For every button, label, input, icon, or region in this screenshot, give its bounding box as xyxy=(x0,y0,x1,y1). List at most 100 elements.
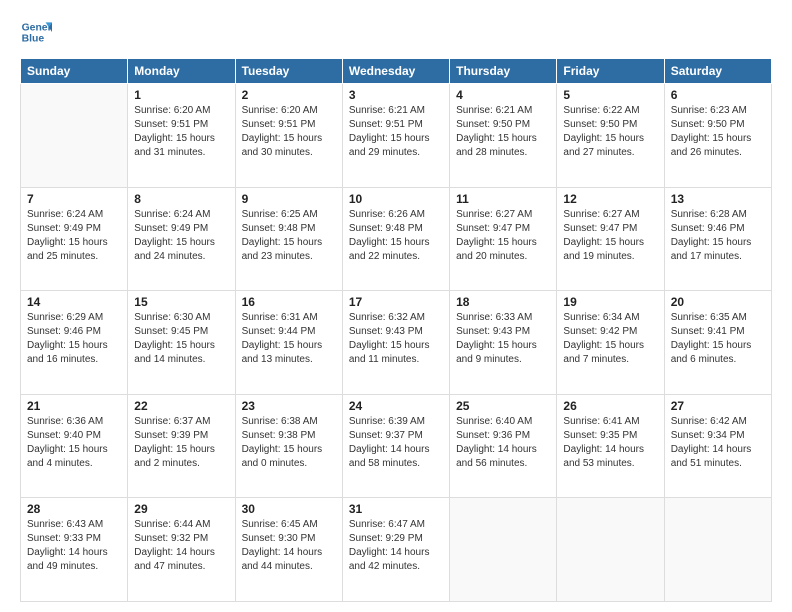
day-number: 5 xyxy=(563,88,657,102)
day-cell: 13Sunrise: 6:28 AMSunset: 9:46 PMDayligh… xyxy=(664,187,771,291)
day-cell xyxy=(450,498,557,602)
logo: General Blue xyxy=(20,16,52,48)
day-number: 20 xyxy=(671,295,765,309)
day-info: Sunrise: 6:43 AMSunset: 9:33 PMDaylight:… xyxy=(27,518,121,574)
col-header-wednesday: Wednesday xyxy=(342,59,449,84)
day-number: 1 xyxy=(134,88,228,102)
day-info: Sunrise: 6:37 AMSunset: 9:39 PMDaylight:… xyxy=(134,415,228,471)
day-number: 24 xyxy=(349,399,443,413)
day-info: Sunrise: 6:27 AMSunset: 9:47 PMDaylight:… xyxy=(456,208,550,264)
col-header-tuesday: Tuesday xyxy=(235,59,342,84)
day-info: Sunrise: 6:26 AMSunset: 9:48 PMDaylight:… xyxy=(349,208,443,264)
day-info: Sunrise: 6:35 AMSunset: 9:41 PMDaylight:… xyxy=(671,311,765,367)
day-number: 11 xyxy=(456,192,550,206)
day-number: 27 xyxy=(671,399,765,413)
day-info: Sunrise: 6:42 AMSunset: 9:34 PMDaylight:… xyxy=(671,415,765,471)
day-cell: 23 Sunrise: 6:38 AMSunset: 9:38 PMDayligh… xyxy=(235,394,342,498)
day-info: Sunrise: 6:32 AMSunset: 9:43 PMDaylight:… xyxy=(349,311,443,367)
col-header-monday: Monday xyxy=(128,59,235,84)
day-cell: 17 Sunrise: 6:32 AMSunset: 9:43 PMDayligh… xyxy=(342,291,449,395)
week-row-5: 28 Sunrise: 6:43 AMSunset: 9:33 PMDayligh… xyxy=(21,498,772,602)
day-number: 13 xyxy=(671,192,765,206)
day-info: Sunrise: 6:25 AMSunset: 9:48 PMDaylight:… xyxy=(242,208,336,264)
day-info: Sunrise: 6:34 AMSunset: 9:42 PMDaylight:… xyxy=(563,311,657,367)
day-info: Sunrise: 6:21 AMSunset: 9:50 PMDaylight:… xyxy=(456,104,550,160)
day-cell: 25 Sunrise: 6:40 AMSunset: 9:36 PMDayligh… xyxy=(450,394,557,498)
day-number: 23 xyxy=(242,399,336,413)
day-info: Sunrise: 6:31 AMSunset: 9:44 PMDaylight:… xyxy=(242,311,336,367)
day-number: 8 xyxy=(134,192,228,206)
day-number: 3 xyxy=(349,88,443,102)
day-cell xyxy=(21,84,128,188)
day-cell: 15 Sunrise: 6:30 AMSunset: 9:45 PMDayligh… xyxy=(128,291,235,395)
day-cell: 14Sunrise: 6:29 AMSunset: 9:46 PMDayligh… xyxy=(21,291,128,395)
day-cell: 12 Sunrise: 6:27 AMSunset: 9:47 PMDayligh… xyxy=(557,187,664,291)
day-info: Sunrise: 6:40 AMSunset: 9:36 PMDaylight:… xyxy=(456,415,550,471)
day-number: 2 xyxy=(242,88,336,102)
day-info: Sunrise: 6:38 AMSunset: 9:38 PMDaylight:… xyxy=(242,415,336,471)
day-number: 15 xyxy=(134,295,228,309)
day-info: Sunrise: 6:41 AMSunset: 9:35 PMDaylight:… xyxy=(563,415,657,471)
day-info: Sunrise: 6:47 AMSunset: 9:29 PMDaylight:… xyxy=(349,518,443,574)
day-info: Sunrise: 6:45 AMSunset: 9:30 PMDaylight:… xyxy=(242,518,336,574)
day-cell: 9 Sunrise: 6:25 AMSunset: 9:48 PMDaylight… xyxy=(235,187,342,291)
day-cell: 26 Sunrise: 6:41 AMSunset: 9:35 PMDayligh… xyxy=(557,394,664,498)
calendar-table: SundayMondayTuesdayWednesdayThursdayFrid… xyxy=(20,58,772,602)
day-cell: 31 Sunrise: 6:47 AMSunset: 9:29 PMDayligh… xyxy=(342,498,449,602)
day-info: Sunrise: 6:20 AMSunset: 9:51 PMDaylight:… xyxy=(134,104,228,160)
day-number: 17 xyxy=(349,295,443,309)
day-number: 31 xyxy=(349,502,443,516)
col-header-saturday: Saturday xyxy=(664,59,771,84)
day-cell: 6 Sunrise: 6:23 AMSunset: 9:50 PMDaylight… xyxy=(664,84,771,188)
day-cell: 20 Sunrise: 6:35 AMSunset: 9:41 PMDayligh… xyxy=(664,291,771,395)
day-cell: 5 Sunrise: 6:22 AMSunset: 9:50 PMDaylight… xyxy=(557,84,664,188)
day-cell xyxy=(557,498,664,602)
col-header-friday: Friday xyxy=(557,59,664,84)
day-cell: 29Sunrise: 6:44 AMSunset: 9:32 PMDayligh… xyxy=(128,498,235,602)
day-info: Sunrise: 6:24 AMSunset: 9:49 PMDaylight:… xyxy=(134,208,228,264)
col-header-thursday: Thursday xyxy=(450,59,557,84)
day-cell: 8 Sunrise: 6:24 AMSunset: 9:49 PMDaylight… xyxy=(128,187,235,291)
day-info: Sunrise: 6:29 AMSunset: 9:46 PMDaylight:… xyxy=(27,311,121,367)
day-info: Sunrise: 6:22 AMSunset: 9:50 PMDaylight:… xyxy=(563,104,657,160)
week-row-3: 14Sunrise: 6:29 AMSunset: 9:46 PMDayligh… xyxy=(21,291,772,395)
day-info: Sunrise: 6:33 AMSunset: 9:43 PMDaylight:… xyxy=(456,311,550,367)
day-cell xyxy=(664,498,771,602)
day-number: 6 xyxy=(671,88,765,102)
day-cell: 11 Sunrise: 6:27 AMSunset: 9:47 PMDayligh… xyxy=(450,187,557,291)
day-number: 29 xyxy=(134,502,228,516)
day-cell: 30Sunrise: 6:45 AMSunset: 9:30 PMDayligh… xyxy=(235,498,342,602)
day-cell: 3 Sunrise: 6:21 AMSunset: 9:51 PMDaylight… xyxy=(342,84,449,188)
day-number: 18 xyxy=(456,295,550,309)
day-cell: 7Sunrise: 6:24 AMSunset: 9:49 PMDaylight… xyxy=(21,187,128,291)
week-row-1: 1 Sunrise: 6:20 AMSunset: 9:51 PMDaylight… xyxy=(21,84,772,188)
day-number: 9 xyxy=(242,192,336,206)
day-info: Sunrise: 6:30 AMSunset: 9:45 PMDaylight:… xyxy=(134,311,228,367)
day-cell: 27 Sunrise: 6:42 AMSunset: 9:34 PMDayligh… xyxy=(664,394,771,498)
day-cell: 24 Sunrise: 6:39 AMSunset: 9:37 PMDayligh… xyxy=(342,394,449,498)
day-number: 10 xyxy=(349,192,443,206)
day-number: 12 xyxy=(563,192,657,206)
day-number: 25 xyxy=(456,399,550,413)
day-info: Sunrise: 6:23 AMSunset: 9:50 PMDaylight:… xyxy=(671,104,765,160)
svg-text:Blue: Blue xyxy=(22,34,45,45)
day-info: Sunrise: 6:27 AMSunset: 9:47 PMDaylight:… xyxy=(563,208,657,264)
day-number: 26 xyxy=(563,399,657,413)
day-cell: 18 Sunrise: 6:33 AMSunset: 9:43 PMDayligh… xyxy=(450,291,557,395)
day-info: Sunrise: 6:20 AMSunset: 9:51 PMDaylight:… xyxy=(242,104,336,160)
day-number: 21 xyxy=(27,399,121,413)
logo-icon: General Blue xyxy=(20,16,52,48)
day-number: 4 xyxy=(456,88,550,102)
day-info: Sunrise: 6:36 AMSunset: 9:40 PMDaylight:… xyxy=(27,415,121,471)
day-cell: 22Sunrise: 6:37 AMSunset: 9:39 PMDayligh… xyxy=(128,394,235,498)
day-number: 16 xyxy=(242,295,336,309)
header: General Blue xyxy=(20,16,772,48)
day-info: Sunrise: 6:21 AMSunset: 9:51 PMDaylight:… xyxy=(349,104,443,160)
col-header-sunday: Sunday xyxy=(21,59,128,84)
day-cell: 1 Sunrise: 6:20 AMSunset: 9:51 PMDaylight… xyxy=(128,84,235,188)
day-number: 28 xyxy=(27,502,121,516)
day-info: Sunrise: 6:39 AMSunset: 9:37 PMDaylight:… xyxy=(349,415,443,471)
day-cell: 2 Sunrise: 6:20 AMSunset: 9:51 PMDaylight… xyxy=(235,84,342,188)
day-cell: 10 Sunrise: 6:26 AMSunset: 9:48 PMDayligh… xyxy=(342,187,449,291)
week-row-2: 7Sunrise: 6:24 AMSunset: 9:49 PMDaylight… xyxy=(21,187,772,291)
